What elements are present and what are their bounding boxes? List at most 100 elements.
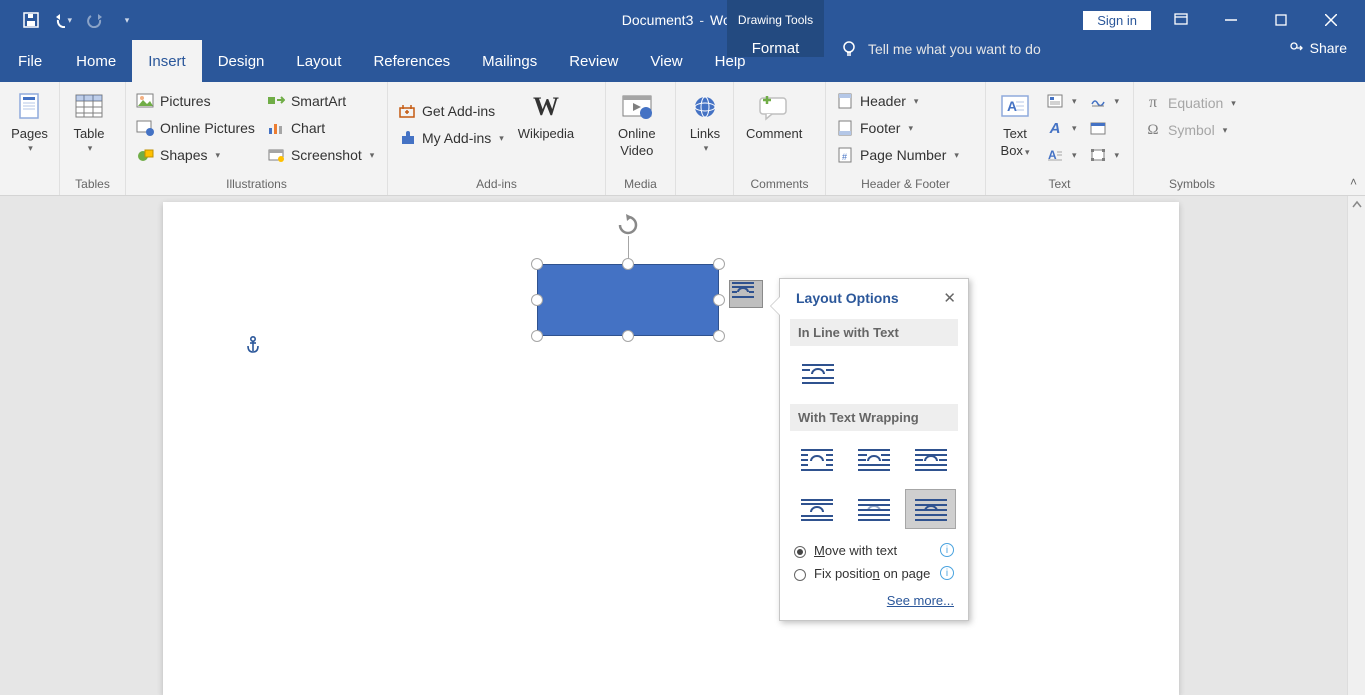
online-pictures-button[interactable]: Online Pictures [132, 115, 259, 141]
equation-label: Equation [1168, 95, 1223, 111]
tab-layout[interactable]: Layout [280, 40, 357, 82]
tab-home[interactable]: Home [60, 40, 132, 82]
my-addins-button[interactable]: My Add-ins▾ [394, 125, 508, 151]
tab-insert[interactable]: Insert [132, 40, 202, 82]
radio-fix-position[interactable]: Fix position on page i [780, 562, 968, 585]
quick-access-toolbar: ▾ ▾ [0, 11, 136, 29]
resize-handle-tl[interactable] [531, 258, 543, 270]
radio-move-with-text[interactable]: Move with text i [780, 539, 968, 562]
rotation-handle-icon[interactable] [617, 214, 639, 236]
redo-icon[interactable] [86, 11, 104, 29]
tab-review[interactable]: Review [553, 40, 634, 82]
minimize-icon[interactable] [1211, 0, 1251, 40]
comment-label: Comment [746, 126, 802, 141]
header-icon [836, 92, 854, 110]
wordart-button[interactable]: A▾ [1042, 115, 1081, 141]
scroll-up-icon[interactable] [1348, 196, 1365, 214]
selected-shape[interactable] [537, 264, 719, 336]
textbox-label-1: Text [1003, 126, 1027, 141]
group-comments-label: Comments [740, 175, 819, 195]
tell-me[interactable]: Tell me what you want to do [840, 40, 1041, 58]
share-button[interactable]: Share [1288, 40, 1347, 56]
tab-file[interactable]: File [0, 40, 60, 82]
footer-button[interactable]: Footer▾ [832, 115, 963, 141]
wikipedia-button[interactable]: W Wikipedia [512, 88, 580, 143]
pages-button[interactable]: Pages▾ [6, 88, 53, 156]
signature-button[interactable]: ▾ [1085, 88, 1124, 114]
get-addins-button[interactable]: Get Add-ins [394, 98, 508, 124]
resize-handle-tm[interactable] [622, 258, 634, 270]
tab-references[interactable]: References [357, 40, 466, 82]
comment-button[interactable]: Comment [740, 88, 808, 143]
screenshot-button[interactable]: Screenshot▾ [263, 142, 378, 168]
object-button[interactable]: ▾ [1085, 142, 1124, 168]
datetime-button[interactable] [1085, 115, 1124, 141]
layout-options-button[interactable] [729, 280, 763, 308]
wrap-tight[interactable] [849, 439, 900, 479]
resize-handle-bl[interactable] [531, 330, 543, 342]
pagenumber-label: Page Number [860, 147, 946, 163]
symbol-icon: Ω [1144, 121, 1162, 139]
table-button[interactable]: Table▾ [66, 88, 112, 156]
undo-icon[interactable]: ▾ [54, 11, 72, 29]
signin-button[interactable]: Sign in [1083, 11, 1151, 30]
wrap-topbottom[interactable] [792, 489, 843, 529]
close-icon[interactable] [1311, 0, 1351, 40]
tab-design[interactable]: Design [202, 40, 281, 82]
online-pictures-label: Online Pictures [160, 120, 255, 136]
group-addins: Get Add-ins My Add-ins▾ W Wikipedia Add-… [388, 82, 606, 195]
ribbon-display-icon[interactable] [1161, 0, 1201, 40]
pagenumber-button[interactable]: #Page Number▾ [832, 142, 963, 168]
info-icon[interactable]: i [940, 566, 954, 580]
links-button[interactable]: Links▾ [682, 88, 728, 156]
rotation-line [628, 236, 629, 258]
pictures-button[interactable]: Pictures [132, 88, 259, 114]
tab-view[interactable]: View [634, 40, 698, 82]
online-video-button[interactable]: Online Video [612, 88, 662, 160]
wrap-behind[interactable] [849, 489, 900, 529]
see-more-link[interactable]: See more... [887, 593, 954, 608]
pages-icon [13, 90, 47, 124]
save-icon[interactable] [22, 11, 40, 29]
pages-label: Pages [11, 126, 48, 141]
comment-icon [757, 90, 791, 124]
doc-name: Document3 [622, 12, 694, 28]
wrap-infront[interactable] [905, 489, 956, 529]
quickparts-button[interactable]: ▾ [1042, 88, 1081, 114]
tab-mailings[interactable]: Mailings [466, 40, 553, 82]
page[interactable]: Layout Options ✕ In Line with Text With … [163, 202, 1179, 695]
resize-handle-ml[interactable] [531, 294, 543, 306]
wrap-through[interactable] [905, 439, 956, 479]
resize-handle-mr[interactable] [713, 294, 725, 306]
dropcap-button[interactable]: A▾ [1042, 142, 1081, 168]
info-icon[interactable]: i [940, 543, 954, 557]
lightbulb-icon [840, 40, 858, 58]
header-button[interactable]: Header▾ [832, 88, 963, 114]
group-symbols-label: Symbols [1140, 175, 1244, 195]
rectangle-shape[interactable] [537, 264, 719, 336]
qat-customize-icon[interactable]: ▾ [118, 11, 136, 29]
wrap-inline[interactable] [792, 354, 844, 394]
chart-button[interactable]: Chart [263, 115, 378, 141]
resize-handle-br[interactable] [713, 330, 725, 342]
equation-button[interactable]: πEquation▾ [1140, 90, 1240, 116]
tab-format[interactable]: Format [727, 40, 824, 57]
links-icon [688, 90, 722, 124]
vertical-scrollbar[interactable] [1347, 196, 1365, 695]
smartart-button[interactable]: SmartArt [263, 88, 378, 114]
wrap-square[interactable] [792, 439, 843, 479]
resize-handle-bm[interactable] [622, 330, 634, 342]
group-text-label: Text [992, 175, 1127, 195]
textbox-button[interactable]: A Text Box▾ [992, 88, 1038, 160]
resize-handle-tr[interactable] [713, 258, 725, 270]
shapes-button[interactable]: Shapes▾ [132, 142, 259, 168]
tell-me-label: Tell me what you want to do [868, 41, 1041, 57]
equation-icon: π [1144, 94, 1162, 112]
collapse-ribbon-icon[interactable]: ˄ [1350, 175, 1357, 189]
video-icon [620, 90, 654, 124]
radio-move-label: Move with text [814, 543, 897, 558]
symbol-button[interactable]: ΩSymbol▾ [1140, 117, 1240, 143]
maximize-icon[interactable] [1261, 0, 1301, 40]
radio-icon [794, 569, 806, 581]
popup-close-icon[interactable]: ✕ [943, 289, 956, 307]
